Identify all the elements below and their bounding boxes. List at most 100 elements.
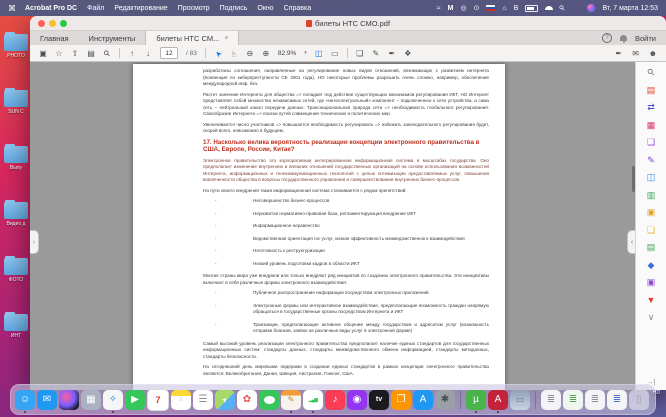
more-tools-icon[interactable]: ▣ [647, 278, 656, 287]
bluetooth-icon[interactable]: B [514, 5, 519, 12]
dock-podcasts-icon[interactable]: ◉ [347, 389, 367, 410]
dock-document-2[interactable]: ≣ [563, 389, 583, 410]
print-icon[interactable]: ▤ [87, 49, 95, 58]
comment-tool-icon[interactable]: ❏ [647, 138, 655, 147]
page-number-input[interactable]: 12 [160, 47, 178, 59]
menu-item[interactable]: Просмотр [178, 5, 210, 12]
voice-icon[interactable]: ≈ [437, 5, 441, 12]
combine-files-icon[interactable]: ▥ [647, 190, 656, 200]
dock-notes-icon[interactable]: ≡ [171, 389, 191, 410]
organize-pages-icon[interactable]: ◫ [647, 173, 656, 182]
minimize-window-button[interactable] [49, 20, 56, 27]
dock-calendar-icon[interactable]: 7 [147, 388, 169, 411]
desktop-folder[interactable]: Выпу [4, 144, 28, 171]
home-icon[interactable]: ⌂ [502, 5, 506, 12]
save-icon[interactable]: ▣ [39, 49, 47, 58]
menu-item[interactable]: Редактирование [114, 5, 167, 12]
notifications-bell-icon[interactable] [620, 35, 627, 43]
dock-mail-icon[interactable]: ✉ [37, 389, 57, 410]
dock-document-4[interactable]: ≣ [607, 389, 627, 410]
share-icon[interactable]: ⇧ [71, 49, 79, 58]
dock-launchpad-icon[interactable]: ▦ [81, 389, 101, 410]
dock-document-1[interactable]: ≣ [541, 389, 561, 410]
dock-books-icon[interactable]: ❐ [391, 389, 411, 410]
zoom-out-icon[interactable]: ⊖ [246, 49, 254, 58]
menu-app-name[interactable]: Acrobat Pro DC [25, 5, 77, 12]
scan-ocr-icon[interactable]: ▤ [647, 243, 656, 252]
dock-photos-icon[interactable]: ✿ [237, 389, 257, 410]
tab-home[interactable]: Главная [30, 31, 79, 45]
dock-window-preview[interactable]: ▭ [510, 389, 530, 410]
comment-icon[interactable]: ❏ [356, 49, 364, 58]
desktop-folder[interactable]: ИНТ [4, 312, 28, 339]
dock-acrobat-icon[interactable]: A [488, 389, 508, 413]
dock-reminders-icon[interactable]: ☰ [193, 389, 213, 410]
dock-maps-icon[interactable]: ➤ [215, 389, 235, 410]
dock-messages-icon[interactable] [259, 389, 279, 410]
export-pdf-icon[interactable]: ⇄ [647, 103, 655, 112]
protect-icon[interactable]: ◆ [648, 260, 655, 270]
menu-item[interactable]: Файл [87, 5, 104, 12]
apple-menu-icon[interactable]: ⌘ [8, 4, 16, 13]
ru-flag-icon[interactable] [486, 5, 496, 11]
sign-stamp-icon[interactable]: ✒ [388, 49, 396, 58]
profile-icon[interactable]: ☻ [649, 49, 657, 58]
menu-item[interactable]: Справка [284, 5, 311, 12]
zoom-window-button[interactable] [60, 20, 67, 27]
tab-document[interactable]: билеты НТС СМ... × [145, 31, 240, 45]
search-tool-icon[interactable]: ⚲ [645, 66, 657, 78]
siri-icon[interactable] [587, 4, 596, 12]
pointer-tool-icon[interactable]: ➤ [212, 47, 224, 59]
control-center-icon[interactable] [572, 5, 580, 12]
dock-finder-icon[interactable]: ☺ [15, 389, 35, 413]
pdf-services-icon[interactable]: ▼ [647, 295, 656, 305]
tools-chevron-icon[interactable]: ∨ [648, 313, 655, 322]
pencil-icon[interactable]: ✎ [372, 49, 380, 58]
expand-left-panel-arrow[interactable]: › [30, 230, 39, 254]
zoom-in-icon[interactable]: ⊕ [262, 49, 270, 58]
record-icon[interactable]: ⊙ [474, 5, 480, 12]
dock-appstore-icon[interactable]: A [413, 389, 433, 410]
dock-siri-icon[interactable] [59, 389, 79, 410]
dock-music-icon[interactable]: ♪ [325, 389, 345, 410]
stamp-tool-icon[interactable]: ❏ [647, 225, 655, 235]
battery-icon[interactable] [525, 4, 539, 12]
menu-clock[interactable]: Вт, 7 марта 12:53 [602, 5, 658, 12]
desktop-folder[interactable]: SUN C [4, 88, 28, 115]
desktop-folder[interactable]: ФОТО [4, 256, 28, 283]
dock-safari-icon[interactable]: ✧ [103, 389, 123, 413]
hand-tool-icon[interactable]: ☞ [229, 49, 238, 57]
dock-numbers-icon[interactable]: ▂▄▆ [303, 389, 323, 413]
page-display-icon[interactable]: ▭ [331, 49, 339, 58]
gmail-icon[interactable]: M [448, 5, 454, 12]
sign-in-link[interactable]: Войти [635, 34, 656, 43]
help-icon[interactable]: ? [602, 33, 612, 43]
fill-sign-tool-icon[interactable]: ✎ [647, 155, 655, 165]
star-icon[interactable]: ☆ [55, 49, 63, 58]
dock-utorrent-icon[interactable]: µ [466, 389, 486, 413]
edit-pdf-icon[interactable]: ▦ [647, 120, 656, 130]
dock-document-3[interactable]: ≣ [585, 389, 605, 410]
page-down-icon[interactable]: ↓ [144, 49, 152, 58]
dock-appletv-icon[interactable]: tv [369, 389, 389, 410]
zoom-dropdown-arrow[interactable]: ▾ [304, 50, 307, 56]
camera-icon[interactable]: ◎ [460, 5, 466, 12]
tab-tools[interactable]: Инструменты [79, 31, 146, 45]
dock-settings-icon[interactable]: ✱ [435, 389, 455, 410]
fill-sign-icon[interactable]: ✒ [615, 49, 623, 58]
menu-item[interactable]: Окно [257, 5, 273, 12]
close-window-button[interactable] [38, 20, 45, 27]
search-icon[interactable]: ⚲ [101, 47, 113, 59]
dock-pages-icon[interactable]: ✎ [281, 389, 301, 413]
zoom-level[interactable]: 82.9% [278, 50, 296, 57]
desktop-folder[interactable]: Видео д [4, 200, 28, 227]
desktop-folder[interactable]: PHOTO [4, 32, 28, 59]
fit-width-icon[interactable]: ◫ [315, 49, 323, 58]
compress-pdf-icon[interactable]: ▣ [647, 208, 656, 217]
close-tab-icon[interactable]: × [224, 35, 228, 42]
page-up-icon[interactable]: ↑ [128, 49, 136, 58]
send-mail-icon[interactable]: ✉ [632, 49, 640, 58]
create-pdf-icon[interactable]: ▤ [647, 85, 656, 95]
spotlight-icon[interactable]: ⚲ [559, 4, 568, 13]
dock-facetime-icon[interactable]: ▶ [125, 389, 145, 410]
